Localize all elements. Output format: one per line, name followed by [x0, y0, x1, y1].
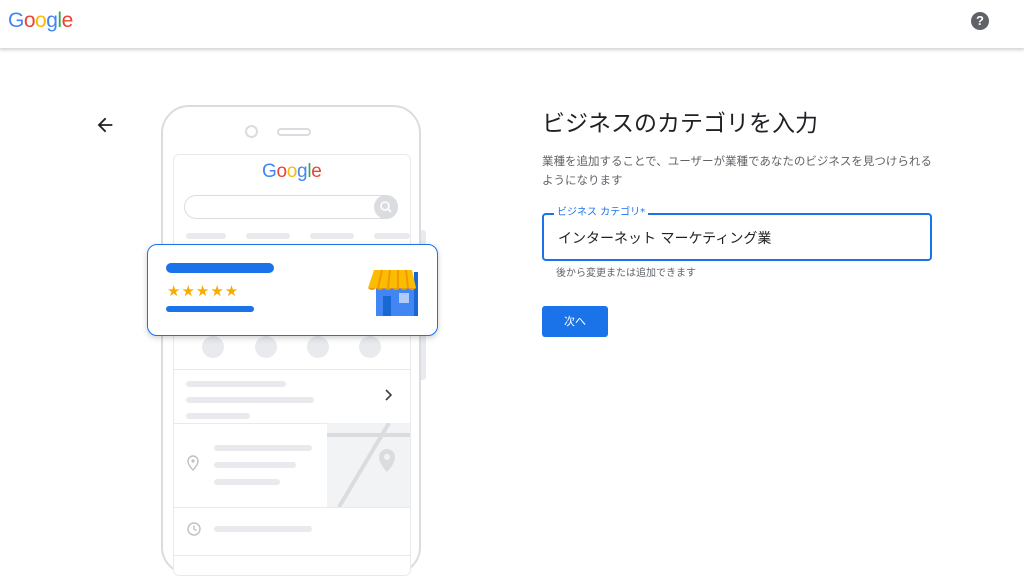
phone-search-bar [184, 195, 398, 219]
placeholder-bar [186, 413, 250, 419]
page-title: ビジネスのカテゴリを入力 [542, 111, 818, 137]
phone-google-logo: Google [262, 161, 322, 183]
business-listing-card: ★★★★★ [147, 244, 438, 336]
helper-text: 後から変更または追加できます [556, 268, 696, 279]
logo-letter: g [46, 9, 58, 32]
placeholder-bar [186, 381, 286, 387]
placeholder-bar [214, 445, 312, 451]
phone-camera [245, 125, 258, 138]
divider [174, 507, 410, 508]
website-icon [359, 336, 381, 358]
map-thumbnail [327, 421, 410, 509]
placeholder-bar [186, 397, 314, 403]
phone-speaker [277, 128, 311, 136]
placeholder-bar [186, 233, 226, 239]
phone-logo-letter: e [311, 161, 322, 182]
top-app-bar: Google ? [0, 0, 1024, 49]
business-detail-bar [166, 306, 254, 312]
placeholder-bar [374, 233, 410, 239]
clock-icon [187, 522, 201, 536]
placeholder-bar [214, 479, 280, 485]
placeholder-bar [214, 462, 296, 468]
storefront-icon [368, 269, 418, 316]
phone-logo-letter: g [297, 161, 308, 182]
map-icon [327, 421, 410, 509]
phone-search-button [374, 195, 398, 219]
phone-call-icon [202, 336, 224, 358]
next-button[interactable]: 次へ [542, 306, 608, 337]
placeholder-bar [310, 233, 354, 239]
field-label: ビジネス カテゴリ* [554, 206, 649, 220]
google-logo: Google [8, 9, 73, 33]
divider [174, 369, 410, 370]
logo-letter: G [8, 9, 24, 32]
phone-logo-letter: o [286, 161, 298, 182]
phone-illustration: Google [161, 105, 421, 576]
phone-screen: Google [173, 154, 411, 576]
business-category-field[interactable]: ビジネス カテゴリ* インターネット マーケティング業 [542, 206, 932, 261]
rating-stars: ★★★★★ [167, 282, 240, 300]
directions-icon [255, 336, 277, 358]
business-category-input[interactable]: インターネット マーケティング業 [558, 228, 771, 248]
divider [174, 555, 410, 556]
logo-letter: e [61, 9, 74, 32]
phone-logo-letter: o [276, 161, 287, 182]
location-pin-icon [187, 455, 199, 471]
page-description: 業種を追加することで、ユーザーが業種であなたのビジネスを見つけられるようになりま… [542, 154, 932, 187]
arrow-left-icon[interactable] [94, 114, 116, 136]
logo-letter: o [23, 9, 36, 32]
placeholder-bar [214, 526, 312, 532]
business-name-bar [166, 263, 274, 273]
phone-logo-letter: G [262, 161, 277, 182]
logo-letter: o [35, 9, 47, 32]
chevron-right-icon [385, 389, 393, 401]
help-icon[interactable]: ? [971, 12, 989, 30]
placeholder-bar [246, 233, 290, 239]
bookmark-icon [307, 336, 329, 358]
search-icon [380, 201, 392, 213]
